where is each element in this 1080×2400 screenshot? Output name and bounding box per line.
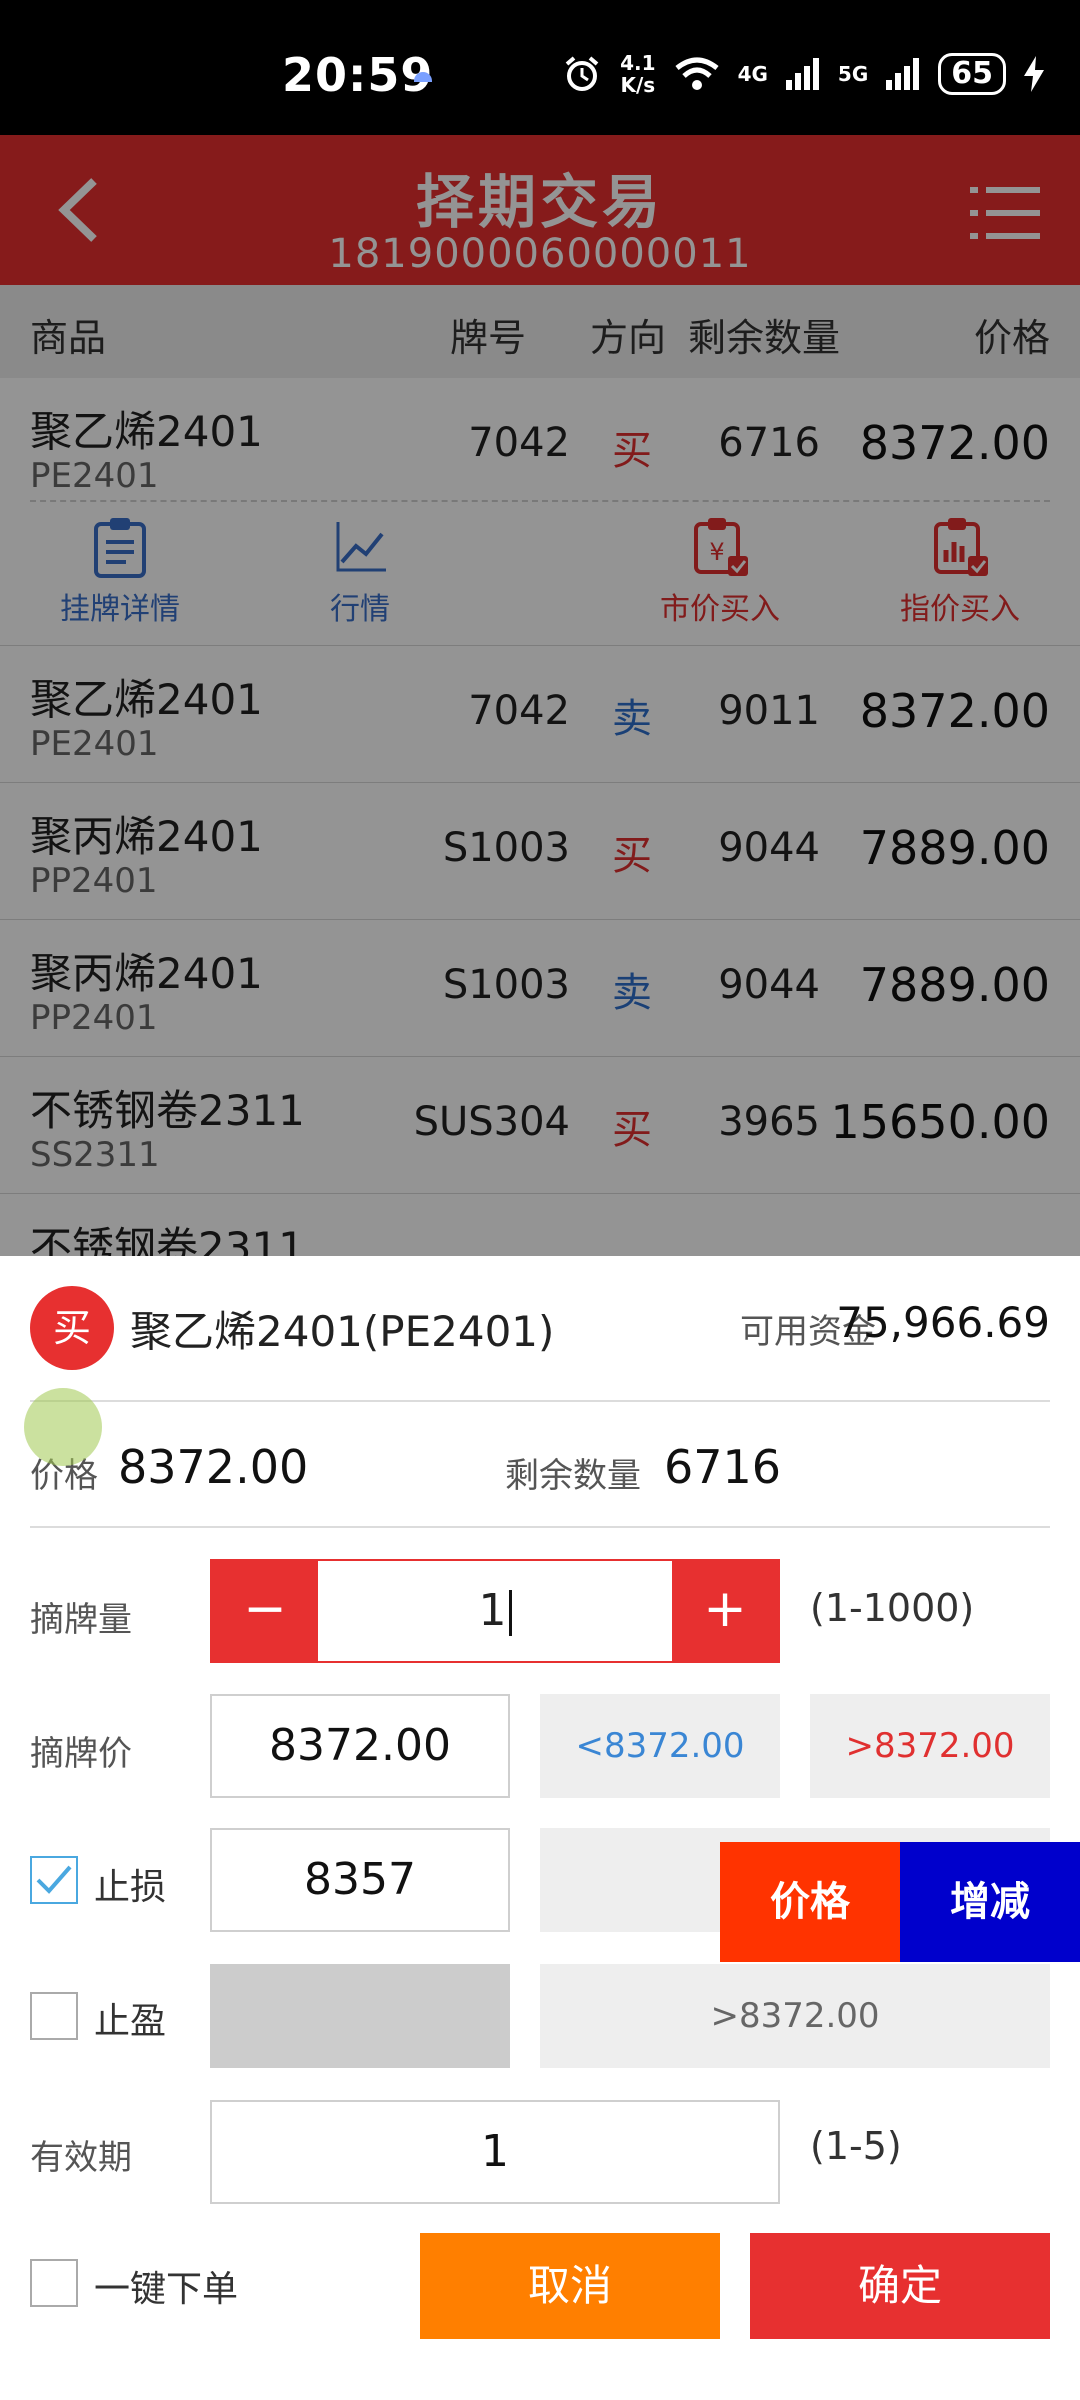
quantity-label: 摘牌量 <box>30 1600 132 1640</box>
battery-level: 65 <box>938 53 1006 95</box>
signal-icon-2 <box>886 58 920 90</box>
remaining-value: 6716 <box>664 1440 782 1494</box>
status-icons: 4.1 K/s 4G 5G 65 <box>562 52 1044 96</box>
order-sheet: 买 聚乙烯2401(PE2401) 可用资金 75,966.69 价格 8372… <box>0 1256 1080 2400</box>
increment-button[interactable]: + <box>672 1561 778 1661</box>
order-product-title: 聚乙烯2401(PE2401) <box>130 1307 555 1356</box>
take-profit-hint: >8372.00 <box>540 1964 1050 2068</box>
quantity-range: (1-1000) <box>810 1586 975 1630</box>
signal-icon <box>785 58 819 90</box>
assistant-robot-icon[interactable] <box>24 1388 102 1466</box>
validity-input[interactable]: 1 <box>210 2100 780 2204</box>
stop-loss-label: 止损 <box>94 1867 167 1908</box>
available-funds-value: 75,966.69 <box>836 1298 1050 1347</box>
one-click-order-checkbox[interactable] <box>30 2259 78 2307</box>
clock: 20:59 <box>282 48 434 102</box>
floating-toggle: 价格 增减 <box>720 1842 1080 1962</box>
validity-range: (1-5) <box>810 2124 902 2168</box>
float-adjust-button[interactable]: 增减 <box>900 1842 1080 1962</box>
wifi-icon <box>675 57 719 90</box>
modal-backdrop[interactable] <box>0 135 1080 1256</box>
delist-price-input[interactable]: 8372.00 <box>210 1694 510 1798</box>
quantity-value: 1 <box>478 1585 507 1636</box>
decrement-button[interactable]: − <box>212 1561 318 1661</box>
divider <box>30 1400 1050 1402</box>
quantity-stepper: − 1 + <box>210 1559 780 1663</box>
higher-price-button[interactable]: >8372.00 <box>810 1694 1050 1798</box>
buy-badge: 买 <box>30 1286 114 1370</box>
remaining-label: 剩余数量 <box>505 1456 641 1496</box>
float-price-button[interactable]: 价格 <box>720 1842 900 1962</box>
network-5g-label: 5G <box>837 62 869 86</box>
take-profit-label: 止盈 <box>94 2001 167 2042</box>
text-caret <box>508 1590 512 1636</box>
network-speed: 4.1 K/s <box>620 51 656 97</box>
cancel-button[interactable]: 取消 <box>420 2233 720 2339</box>
take-profit-input[interactable] <box>210 1964 510 2068</box>
one-click-order-label: 一键下单 <box>94 2269 239 2310</box>
delist-price-label: 摘牌价 <box>30 1734 132 1774</box>
divider <box>30 1526 1050 1528</box>
stop-loss-checkbox[interactable] <box>30 1856 78 1904</box>
alarm-icon <box>565 56 599 91</box>
lower-price-button[interactable]: <8372.00 <box>540 1694 780 1798</box>
charging-icon <box>1024 56 1044 92</box>
network-4g-label: 4G <box>737 62 768 86</box>
take-profit-checkbox[interactable] <box>30 1992 78 2040</box>
stop-loss-input[interactable]: 8357 <box>210 1828 510 1932</box>
status-bar: 20:59 4.1 K/s 4G 5G 65 <box>0 0 1080 135</box>
check-icon <box>36 1865 72 1894</box>
price-value: 8372.00 <box>118 1440 309 1494</box>
validity-label: 有效期 <box>30 2138 132 2178</box>
quantity-input[interactable]: 1 <box>318 1561 672 1661</box>
confirm-button[interactable]: 确定 <box>750 2233 1050 2339</box>
